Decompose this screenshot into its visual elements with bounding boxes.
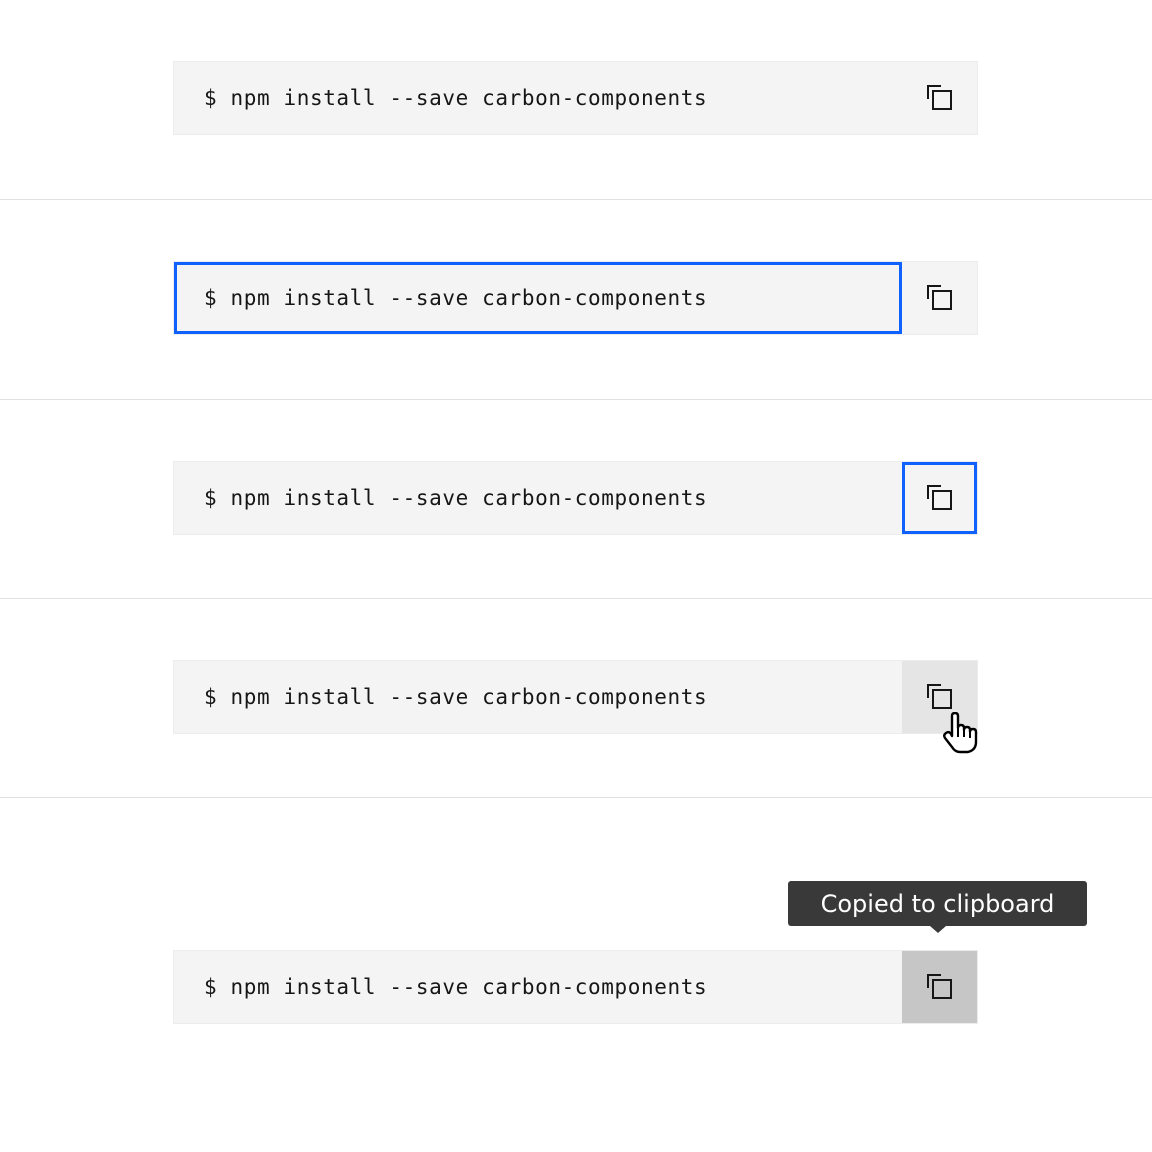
code-text[interactable]: $ npm install --save carbon-components xyxy=(174,661,902,733)
copy-icon xyxy=(926,285,952,310)
copy-icon xyxy=(926,684,952,709)
hand-pointer-icon xyxy=(943,712,978,754)
code-snippet-default: $ npm install --save carbon-components xyxy=(173,61,978,135)
copy-icon xyxy=(926,485,952,510)
tooltip-caret xyxy=(930,926,946,933)
divider xyxy=(0,797,1152,798)
copy-button[interactable] xyxy=(902,262,977,334)
code-snippet-button-active: $ npm install --save carbon-components xyxy=(173,950,978,1024)
divider xyxy=(0,199,1152,200)
code-text[interactable]: $ npm install --save carbon-components xyxy=(174,62,902,134)
copy-button[interactable] xyxy=(902,62,977,134)
copy-icon xyxy=(926,85,952,110)
code-snippet-button-focused: $ npm install --save carbon-components xyxy=(173,461,978,535)
code-text[interactable]: $ npm install --save carbon-components xyxy=(174,262,902,334)
code-text[interactable]: $ npm install --save carbon-components xyxy=(174,951,902,1023)
divider xyxy=(0,598,1152,599)
code-text[interactable]: $ npm install --save carbon-components xyxy=(174,462,902,534)
divider xyxy=(0,399,1152,400)
copy-button[interactable] xyxy=(902,951,977,1023)
copied-tooltip: Copied to clipboard xyxy=(788,881,1087,926)
copy-button[interactable] xyxy=(902,462,977,534)
code-snippet-code-focused: $ npm install --save carbon-components xyxy=(173,261,978,335)
code-snippet-button-hover: $ npm install --save carbon-components xyxy=(173,660,978,734)
copy-icon xyxy=(926,974,952,999)
